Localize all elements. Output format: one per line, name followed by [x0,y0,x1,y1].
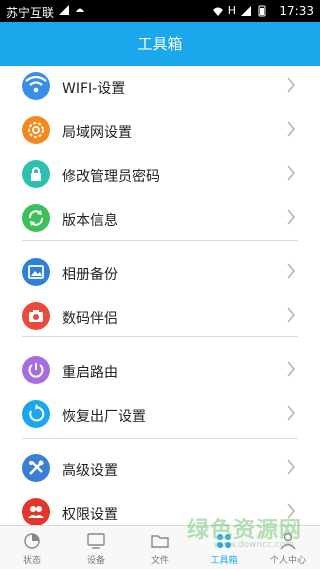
chevron-right-icon [287,165,296,181]
watermark-url: www.downcc.com [213,540,294,550]
network-type: H [227,4,236,17]
list-item-4[interactable]: 版本信息 [0,198,320,242]
list-item-label: 恢复出厂设置 [62,409,146,425]
chevron-right-icon [287,459,296,475]
list-item-label: 修改管理员密码 [62,169,160,185]
status-icon [24,533,40,549]
tab-folder[interactable]: 文件 [128,526,192,569]
tab-label: 工具箱 [210,556,238,566]
list-item-8[interactable]: 恢复出厂设置 [0,394,320,438]
camera-icon [22,302,50,330]
lock-icon [22,160,50,188]
list-item-label: 相册备份 [62,267,118,283]
battery-icon [258,5,266,16]
status-time: 17:33 [279,4,314,18]
chevron-right-icon [287,361,296,377]
group-divider [22,240,298,241]
chevron-right-icon [287,263,296,279]
list-item-label: WIFI-设置 [62,81,126,97]
tab-status[interactable]: 状态 [0,526,64,569]
tools-icon [22,454,50,482]
tab-label: 设备 [86,556,105,566]
gear-icon [22,116,50,144]
group-divider [22,438,298,439]
chevron-right-icon [287,209,296,225]
wifi-status-icon [212,7,223,16]
chevron-right-icon [287,121,296,137]
users-icon [22,498,50,525]
list-item-3[interactable]: 修改管理员密码 [0,154,320,198]
list-item-label: 版本信息 [62,213,118,229]
tab-monitor[interactable]: 设备 [64,526,128,569]
page-title: 工具箱 [0,22,320,66]
toolbox-list[interactable]: WIFI-设置 局域网设置修改管理员密码 版本信息相册备份数码伴侣重启路由恢复出厂设… [0,66,320,525]
list-item-label: 重启路由 [62,365,118,381]
image-icon [22,258,50,286]
list-item-9[interactable]: 高级设置 [0,448,320,492]
cell-signal-icon [241,5,251,16]
tab-label: 文件 [150,556,169,566]
chevron-right-icon [287,307,296,323]
group-divider [22,336,298,337]
reset-icon [22,400,50,428]
list-item-5[interactable]: 相册备份 [0,252,320,296]
signal-icon [59,5,69,15]
list-item-1[interactable]: WIFI-设置 [0,66,320,110]
carrier-name: 苏宁互联 [6,6,55,20]
tab-label: 状态 [22,556,41,566]
status-bar: 苏宁互联 H 17:33 [0,0,320,22]
list-item-label: 权限设置 [62,507,118,523]
tab-label: 个人中心 [269,556,306,566]
list-item-label: 高级设置 [62,463,118,479]
monitor-icon [87,533,105,549]
chevron-right-icon [287,405,296,421]
wifi-icon [22,72,50,100]
chevron-right-icon [287,77,296,93]
android-icon [76,8,84,12]
list-item-label: 局域网设置 [62,125,132,141]
folder-icon [151,535,169,548]
list-item-6[interactable]: 数码伴侣 [0,296,320,340]
refresh-icon [22,204,50,232]
list-item-label: 数码伴侣 [62,311,118,327]
list-item-2[interactable]: 局域网设置 [0,110,320,154]
list-item-7[interactable]: 重启路由 [0,350,320,394]
power-icon [22,356,50,384]
